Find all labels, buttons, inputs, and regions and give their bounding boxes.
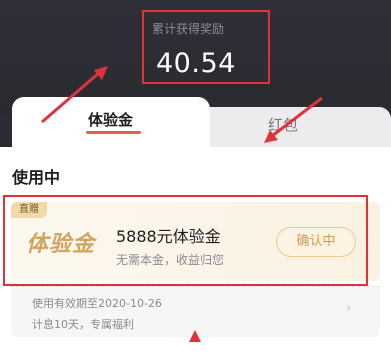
- arrow-annotation-bottom: [189, 330, 201, 342]
- arrow-annotation-tab: [264, 96, 323, 143]
- arrow-annotation-reward: [41, 66, 108, 124]
- annotation-arrows: [41, 66, 323, 342]
